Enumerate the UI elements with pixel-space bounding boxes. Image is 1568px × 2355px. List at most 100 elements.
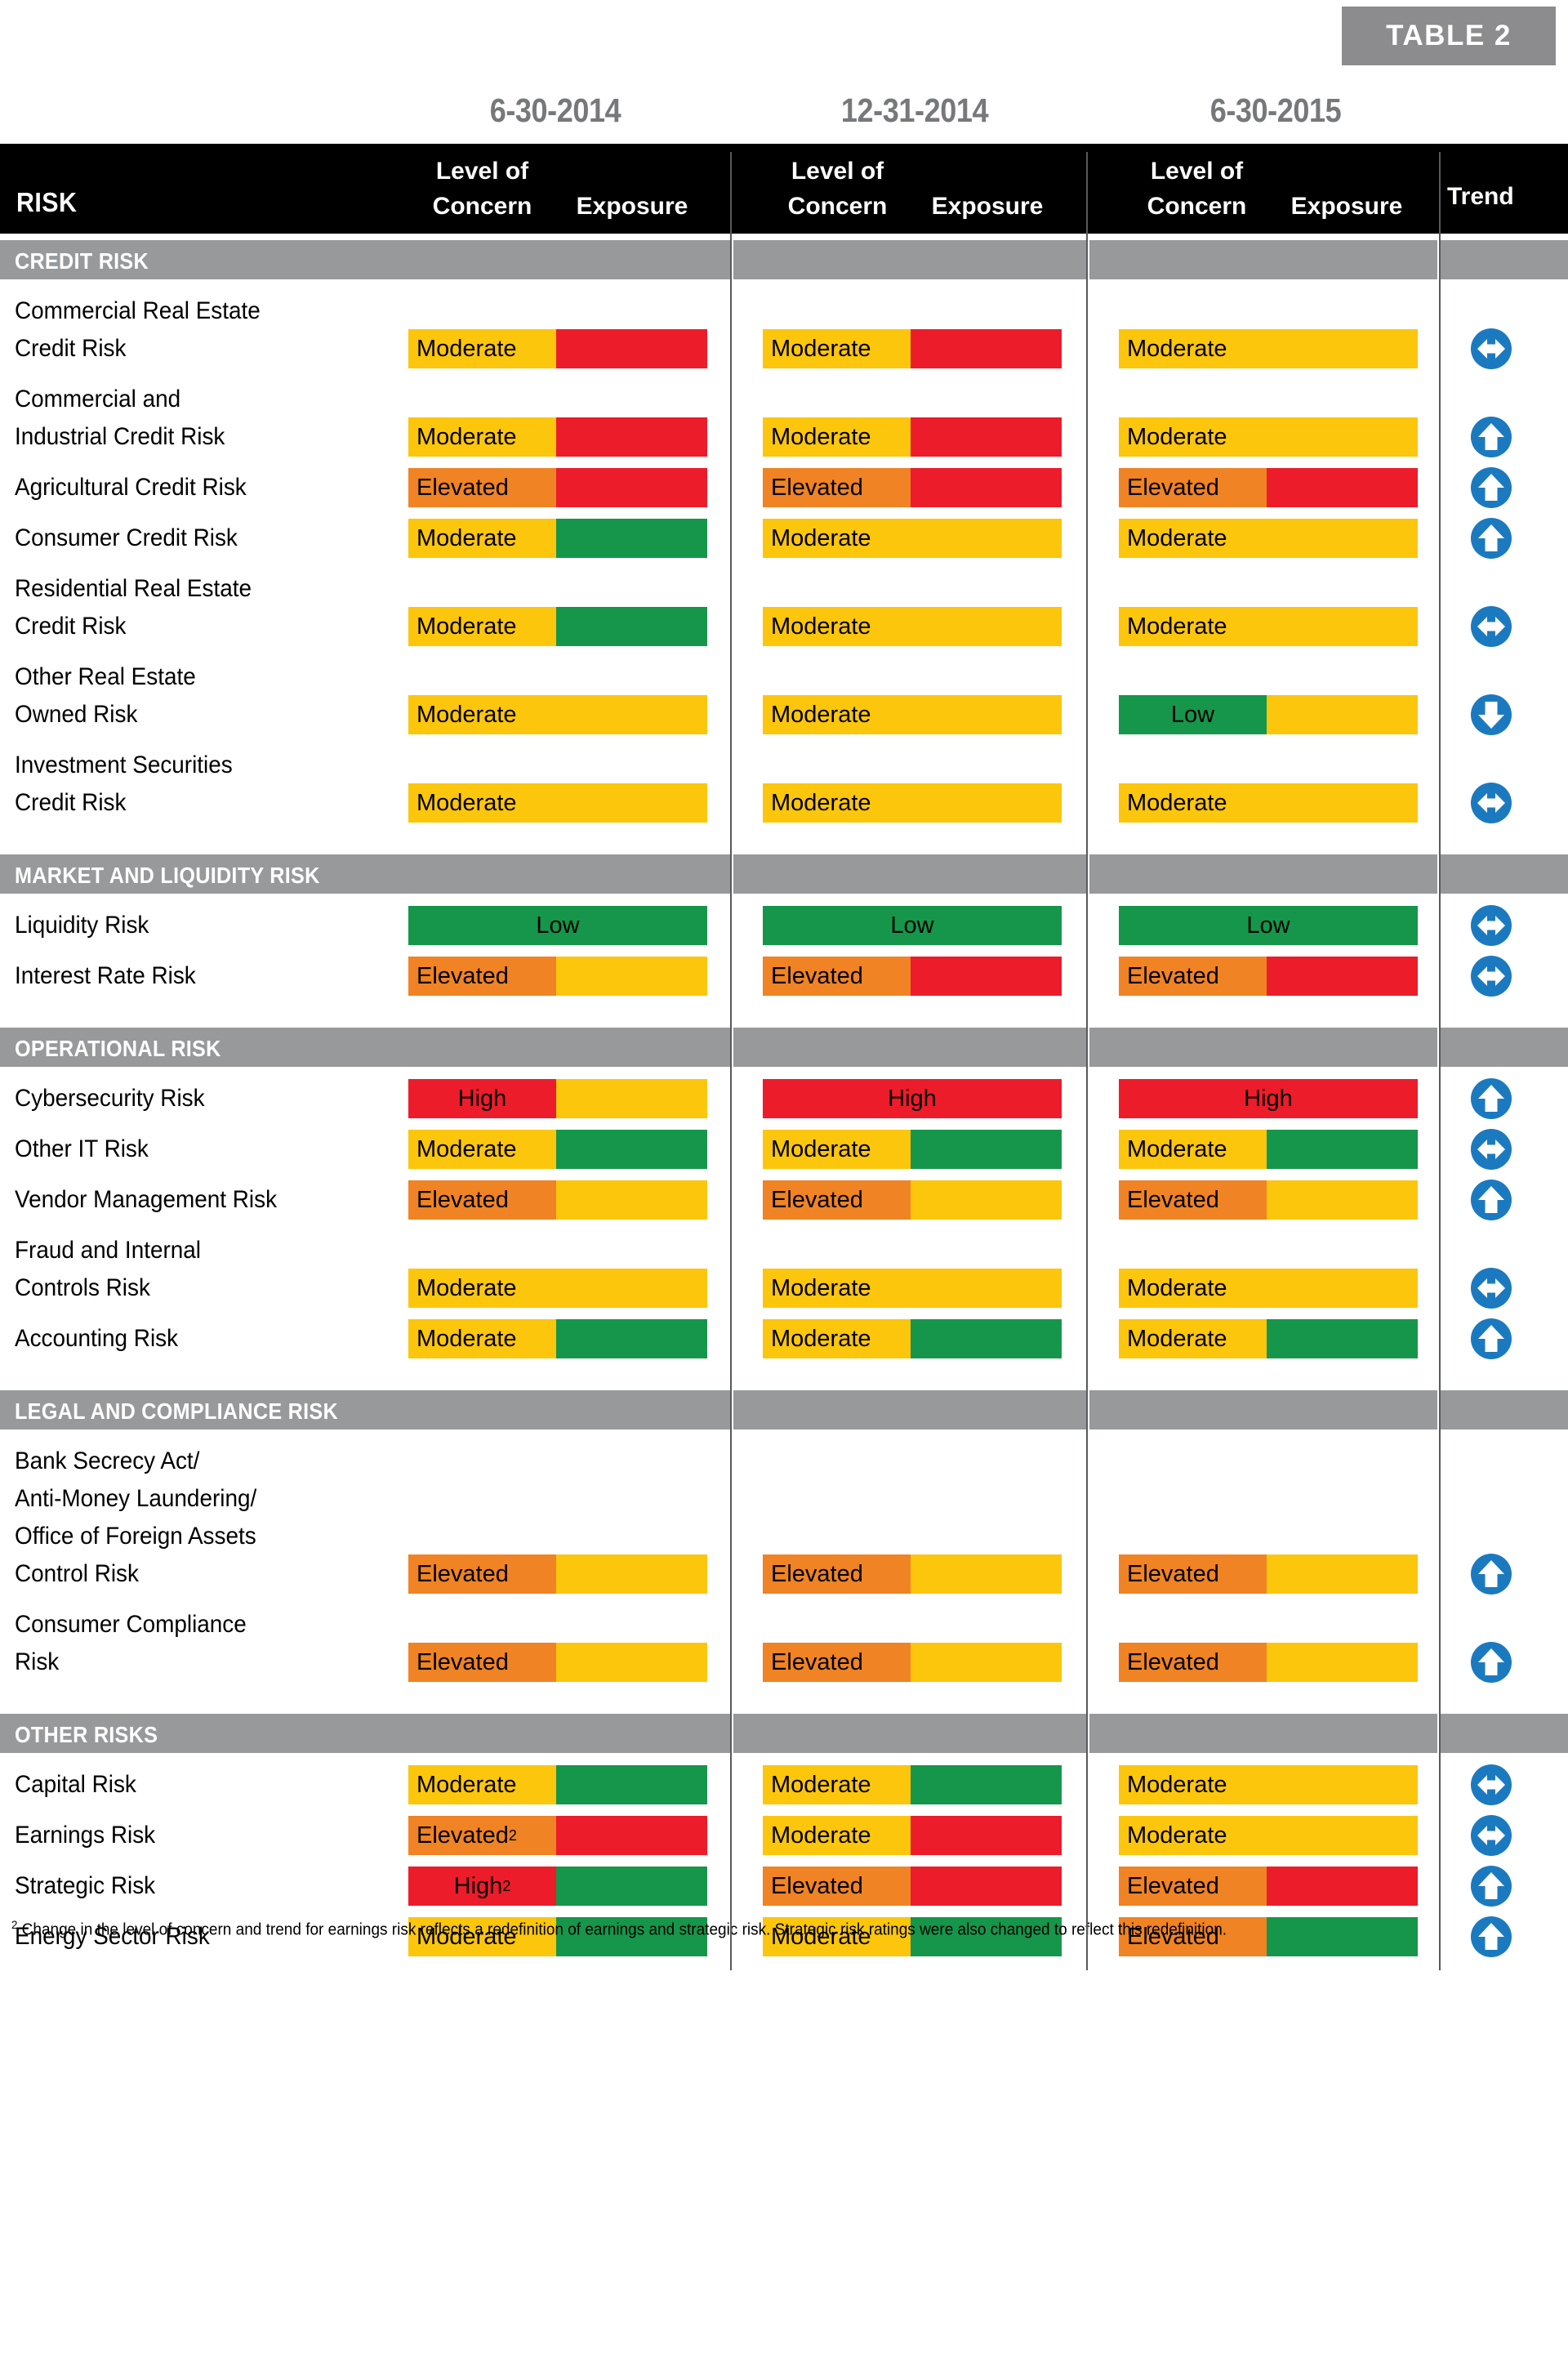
band-segment — [1441, 1390, 1568, 1430]
risk-name-label: Liquidity Risk — [15, 907, 364, 944]
table-body: CREDIT RISK Commercial Real Estate Credit … — [0, 234, 1568, 1970]
risk-cell-group: Moderate — [763, 1319, 1062, 1358]
risk-cell-group: Low — [1119, 906, 1418, 945]
risk-name-line: Office of Foreign Assets — [15, 1523, 256, 1550]
exposure-bar — [1267, 1180, 1418, 1220]
band-segment — [1089, 854, 1437, 894]
level-of-concern-cell: Elevated — [408, 468, 556, 507]
level-of-concern-cell: Moderate — [1119, 607, 1418, 646]
level-of-concern-cell: Moderate — [408, 1765, 556, 1804]
risk-cell-group: Elevated — [408, 1180, 707, 1220]
level-of-concern-text: Low — [890, 912, 934, 939]
level-of-concern-cell: Elevated — [1119, 468, 1267, 507]
exposure-bar — [911, 1130, 1062, 1169]
table-row: Commercial and Industrial Credit Risk Mode… — [0, 381, 1568, 458]
level-of-concern-cell: Moderate — [763, 329, 911, 368]
risk-name-line: Liquidity Risk — [15, 912, 149, 939]
band-segment — [733, 854, 1086, 894]
header-divider-1 — [730, 152, 732, 234]
level-of-concern-cell: Low — [763, 906, 1062, 945]
level-of-concern-cell: Elevated — [1119, 1180, 1267, 1220]
risk-cell-group: Moderate — [1119, 519, 1418, 558]
level-of-concern-cell: Low — [1119, 906, 1418, 945]
level-of-concern-text: Elevated — [416, 962, 509, 989]
risk-cell-group: Elevated — [763, 468, 1062, 507]
risk-name-line: Industrial Credit Risk — [15, 423, 225, 450]
level-of-concern-cell: Low — [1119, 695, 1267, 734]
exposure-bar — [1267, 1643, 1418, 1682]
level-of-concern-text: Elevated — [771, 474, 863, 501]
risk-name-line: Bank Secrecy Act/ — [15, 1447, 200, 1474]
level-of-concern-text: Moderate — [416, 1771, 517, 1798]
risk-name-line: Credit Risk — [15, 335, 127, 362]
level-of-concern-text: Moderate — [771, 1822, 871, 1849]
level-of-concern-cell: Moderate — [1119, 417, 1418, 457]
exposure-bar — [911, 468, 1062, 507]
risk-cell-group: Moderate — [408, 1319, 707, 1358]
trend-up-icon — [1470, 517, 1512, 560]
band-segment — [733, 1028, 1086, 1067]
level-of-concern-text: Elevated — [1127, 1648, 1219, 1675]
column-header-concern-1: Level of Concern — [787, 158, 888, 220]
level-of-concern-cell: Elevated — [1119, 1554, 1267, 1594]
exposure-bar — [911, 1765, 1062, 1804]
risk-name-label: Commercial and Industrial Credit Risk — [15, 381, 364, 456]
level-of-concern-text: Moderate — [416, 1135, 517, 1162]
table-footnote: 2 Change in the level of concern and tre… — [11, 1918, 1478, 1940]
table-row: Residential Real Estate Credit Risk Modera… — [0, 570, 1568, 647]
risk-cell-group: Moderate — [1119, 1130, 1418, 1169]
risk-name-label: Cybersecurity Risk — [15, 1080, 364, 1117]
risk-name-line: Capital Risk — [15, 1771, 136, 1798]
exposure-bar — [556, 957, 707, 996]
level-of-concern-cell: Moderate — [1119, 1269, 1418, 1308]
level-of-concern-text: Moderate — [771, 1325, 871, 1352]
level-of-concern-cell: Moderate — [763, 607, 1062, 646]
risk-name-label: Other Real Estate Owned Risk — [15, 658, 364, 734]
footnote-text: Change in the level of concern and trend… — [17, 1920, 1227, 1939]
trend-up-icon — [1470, 1179, 1512, 1221]
risk-cell-group: Moderate — [763, 783, 1062, 823]
risk-cell-group: Moderate — [408, 1269, 707, 1308]
level-of-concern-cell: Moderate — [763, 1765, 911, 1804]
risk-name-line: Anti-Money Laundering/ — [15, 1485, 257, 1512]
period-date-2: 6-30-2015 — [1209, 91, 1342, 129]
level-of-concern-text: High — [453, 1872, 503, 1899]
exposure-bar — [1267, 1319, 1418, 1358]
trend-up-icon — [1470, 466, 1512, 509]
risk-cell-group: Elevated 2 — [408, 1816, 707, 1855]
risk-cell-group: Moderate — [1119, 783, 1418, 823]
footnote-ref: 2 — [508, 1826, 517, 1844]
exposure-bar — [1267, 695, 1418, 734]
level-of-concern-text: Elevated — [416, 1186, 509, 1213]
level-of-concern-text: Elevated — [1127, 1560, 1219, 1587]
section-header-band: MARKET AND LIQUIDITY RISK — [0, 854, 1568, 894]
level-of-concern-text: Elevated — [771, 1560, 863, 1587]
risk-name-line: Residential Real Estate — [15, 575, 252, 602]
exposure-bar — [911, 1643, 1062, 1682]
level-of-concern-cell: Moderate — [763, 783, 1062, 823]
risk-name-line: Commercial and — [15, 386, 181, 413]
risk-cell-group: Moderate — [408, 1130, 707, 1169]
table-row: Interest Rate Risk Elevated Elevated Elevat… — [0, 956, 1568, 997]
risk-cell-group: Moderate — [408, 519, 707, 558]
risk-name-line: Earnings Risk — [15, 1822, 156, 1849]
column-divider-2 — [1086, 234, 1088, 1970]
trend-up-icon — [1470, 1865, 1512, 1907]
exposure-bar — [556, 1867, 707, 1906]
level-of-concern-text: Elevated — [771, 1186, 863, 1213]
level-of-concern-text: Moderate — [416, 789, 517, 816]
level-of-concern-text: Elevated — [416, 1822, 509, 1849]
table-row: Consumer Compliance Risk Elevated Elevated E… — [0, 1606, 1568, 1683]
level-of-concern-cell: Elevated — [763, 1554, 911, 1594]
level-of-concern-text: Moderate — [1127, 1822, 1227, 1849]
risk-name-label: Bank Secrecy Act/Anti-Money Laundering/O… — [15, 1443, 364, 1593]
table-row: Cybersecurity Risk High High High — [0, 1078, 1568, 1119]
level-of-concern-cell: Moderate — [763, 695, 1062, 734]
column-header-exposure-2: Exposure — [1290, 193, 1403, 220]
trend-up-icon — [1470, 416, 1512, 458]
level-of-concern-cell: Elevated — [1119, 1643, 1267, 1682]
level-of-concern-text: Moderate — [771, 524, 871, 551]
exposure-bar — [556, 1130, 707, 1169]
exposure-bar — [1267, 1130, 1418, 1169]
risk-cell-group: Moderate — [1119, 329, 1418, 368]
